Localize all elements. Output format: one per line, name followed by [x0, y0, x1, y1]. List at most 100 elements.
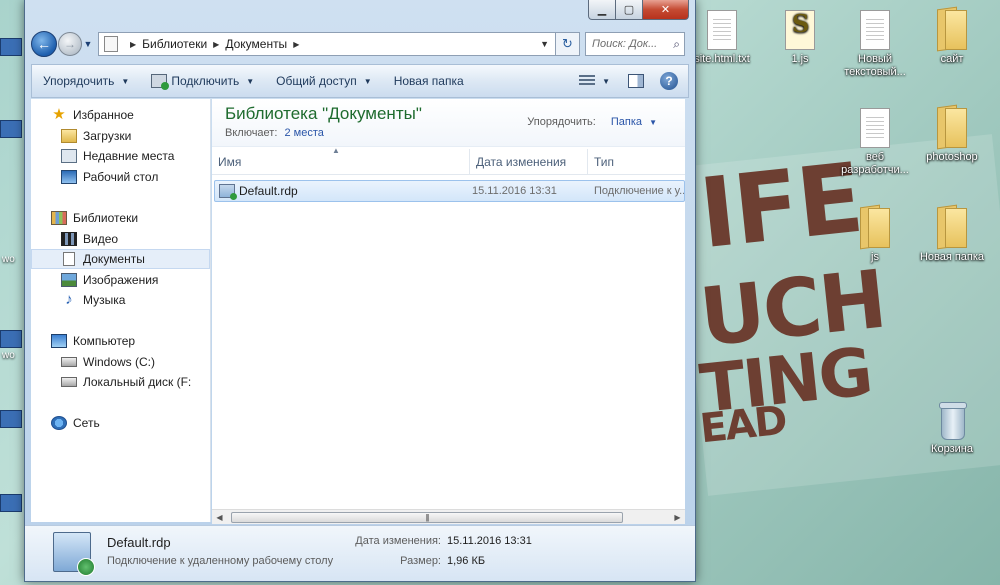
navigation-bar: ← → ▼ ▶ Библиотеки ▶ Документы ▶ ▼ ↻ Пои…	[31, 30, 689, 58]
refresh-button[interactable]: ↻	[556, 32, 580, 56]
text-file-icon	[707, 10, 737, 50]
nav-item-video[interactable]: Видео	[31, 229, 210, 249]
scrollbar-thumb[interactable]: |||	[231, 511, 623, 523]
chevron-down-icon[interactable]: ▼	[649, 118, 657, 127]
search-icon[interactable]: ⌕	[673, 37, 680, 52]
video-icon	[61, 232, 77, 246]
file-name-cell: Default.rdp	[215, 184, 470, 200]
network-icon	[51, 416, 67, 430]
nav-item-downloads[interactable]: Загрузки	[31, 126, 210, 146]
scroll-left-icon[interactable]: ◀	[212, 510, 227, 525]
nav-libraries[interactable]: Библиотеки	[31, 208, 210, 228]
desktop-icon-js-folder[interactable]: js	[835, 204, 915, 264]
includes-link[interactable]: 2 места	[284, 127, 323, 139]
column-header-type[interactable]: Тип	[588, 149, 685, 174]
nav-network[interactable]: Сеть	[31, 413, 210, 433]
help-icon[interactable]: ?	[660, 72, 678, 90]
address-bar[interactable]: ▶ Библиотеки ▶ Документы ▶ ▼	[98, 32, 556, 56]
partial-desktop-icon[interactable]	[0, 410, 22, 428]
partial-desktop-icon[interactable]	[0, 120, 22, 138]
back-button[interactable]: ←	[31, 31, 57, 57]
nav-item-label: Недавние места	[83, 149, 175, 163]
minimize-button[interactable]: ▁	[588, 0, 616, 20]
nav-favorites[interactable]: ★ Избранное	[31, 105, 210, 125]
explorer-window: ▁ ▢ ✕ ← → ▼ ▶ Библиотеки ▶ Документы ▶ ▼…	[24, 0, 696, 582]
nav-item-images[interactable]: Изображения	[31, 270, 210, 290]
search-input[interactable]: Поиск: Док... ⌕	[585, 32, 685, 56]
nav-item-recent-places[interactable]: Недавние места	[31, 146, 210, 166]
nav-item-label: Музыка	[83, 293, 126, 307]
nav-item-documents[interactable]: Документы	[31, 249, 210, 269]
address-dropdown-icon[interactable]: ▼	[534, 39, 555, 49]
nav-item-label: Видео	[83, 232, 119, 246]
nav-item-label: Локальный диск (F:	[83, 375, 192, 389]
view-controls: ▼ ?	[579, 72, 688, 90]
desktop-icon-label: site.html.txt	[694, 53, 750, 65]
organize-button[interactable]: Упорядочить ▼	[32, 74, 140, 88]
nav-item-desktop[interactable]: Рабочий стол	[31, 167, 210, 187]
desktop-icon-label: сайт	[940, 53, 964, 65]
nav-item-label: Изображения	[83, 273, 159, 287]
details-file-type: Подключение к удаленному рабочему столу	[107, 555, 334, 567]
breadcrumb-chevron-icon[interactable]: ▶	[293, 40, 299, 49]
breadcrumb-chevron-icon[interactable]: ▶	[130, 40, 136, 49]
nav-item-local-disk[interactable]: Локальный диск (F:	[31, 372, 210, 392]
computer-icon	[51, 334, 67, 348]
chevron-down-icon[interactable]: ▼	[602, 77, 610, 86]
folder-icon	[935, 204, 969, 248]
scroll-right-icon[interactable]: ▶	[670, 510, 685, 525]
arrange-dropdown[interactable]: Папка	[611, 116, 642, 128]
partial-desktop-label: wo	[2, 350, 15, 361]
desktop-icon-site-folder[interactable]: сайт	[912, 6, 992, 66]
close-button[interactable]: ✕	[643, 0, 689, 20]
breadcrumb-documents[interactable]: Документы	[225, 37, 287, 51]
column-label: Имя	[218, 154, 242, 169]
desktop-icon-js-file[interactable]: 1.js	[760, 10, 840, 66]
includes-label: Включает:	[225, 127, 278, 139]
partial-desktop-icon[interactable]	[0, 494, 22, 512]
file-row[interactable]: Default.rdp 15.11.2016 13:31 Подключение…	[214, 180, 685, 202]
desktop-icon-new-folder[interactable]: Новая папка	[912, 204, 992, 264]
partial-desktop-icon[interactable]	[0, 330, 22, 348]
partial-desktop-icon[interactable]	[0, 38, 22, 56]
chevron-down-icon: ▼	[121, 76, 130, 86]
desktop-icon-label: Новая папка	[919, 251, 985, 263]
nav-computer[interactable]: Компьютер	[31, 331, 210, 351]
desktop-icon-label: веб разработчи...	[841, 151, 909, 176]
nav-item-label: Документы	[83, 252, 145, 266]
column-header-date[interactable]: Дата изменения	[470, 149, 588, 174]
arrange-label: Упорядочить:	[527, 116, 596, 128]
libraries-icon	[51, 211, 67, 225]
horizontal-scrollbar[interactable]: ◀ ||| ▶	[212, 509, 685, 524]
maximize-button[interactable]: ▢	[616, 0, 643, 20]
breadcrumb-libraries[interactable]: Библиотеки	[142, 37, 207, 51]
history-dropdown[interactable]: ▼	[82, 39, 94, 49]
breadcrumb-chevron-icon[interactable]: ▶	[213, 40, 219, 49]
arrow-left-icon: ←	[37, 36, 51, 52]
remote-desktop-file-icon	[53, 532, 95, 576]
forward-button[interactable]: →	[58, 32, 82, 56]
file-name: Default.rdp	[239, 184, 298, 198]
image-icon	[61, 273, 77, 287]
file-list-pane: Библиотека "Документы" Включает: 2 места…	[212, 99, 685, 522]
column-header-name[interactable]: ▲ Имя	[212, 146, 470, 174]
nav-libraries-label: Библиотеки	[73, 211, 139, 225]
desktop-icon-label: photoshop	[926, 151, 978, 163]
desktop-icon-new-text[interactable]: Новый текстовый...	[835, 10, 915, 79]
desktop-icon	[61, 170, 77, 184]
command-bar: Упорядочить ▼ Подключить ▼ Общий доступ …	[31, 64, 689, 98]
view-list-icon[interactable]	[579, 75, 596, 87]
desktop-icon-photoshop[interactable]: photoshop	[912, 104, 992, 164]
new-folder-button[interactable]: Новая папка	[383, 74, 475, 88]
file-type: Подключение к у...	[594, 185, 684, 197]
desktop-icon-label: Корзина	[931, 443, 973, 455]
desktop-icon-recycle-bin[interactable]: Корзина	[912, 400, 992, 456]
nav-computer-label: Компьютер	[73, 334, 136, 348]
column-headers: ▲ Имя Дата изменения Тип	[212, 146, 685, 175]
share-button[interactable]: Общий доступ ▼	[265, 74, 383, 88]
nav-item-music[interactable]: ♪ Музыка	[31, 290, 210, 310]
preview-pane-icon[interactable]	[628, 74, 644, 88]
nav-item-drive-c[interactable]: Windows (C:)	[31, 352, 210, 372]
desktop-icon-web-dev[interactable]: веб разработчи...	[835, 108, 915, 177]
connect-button[interactable]: Подключить ▼	[140, 74, 265, 90]
